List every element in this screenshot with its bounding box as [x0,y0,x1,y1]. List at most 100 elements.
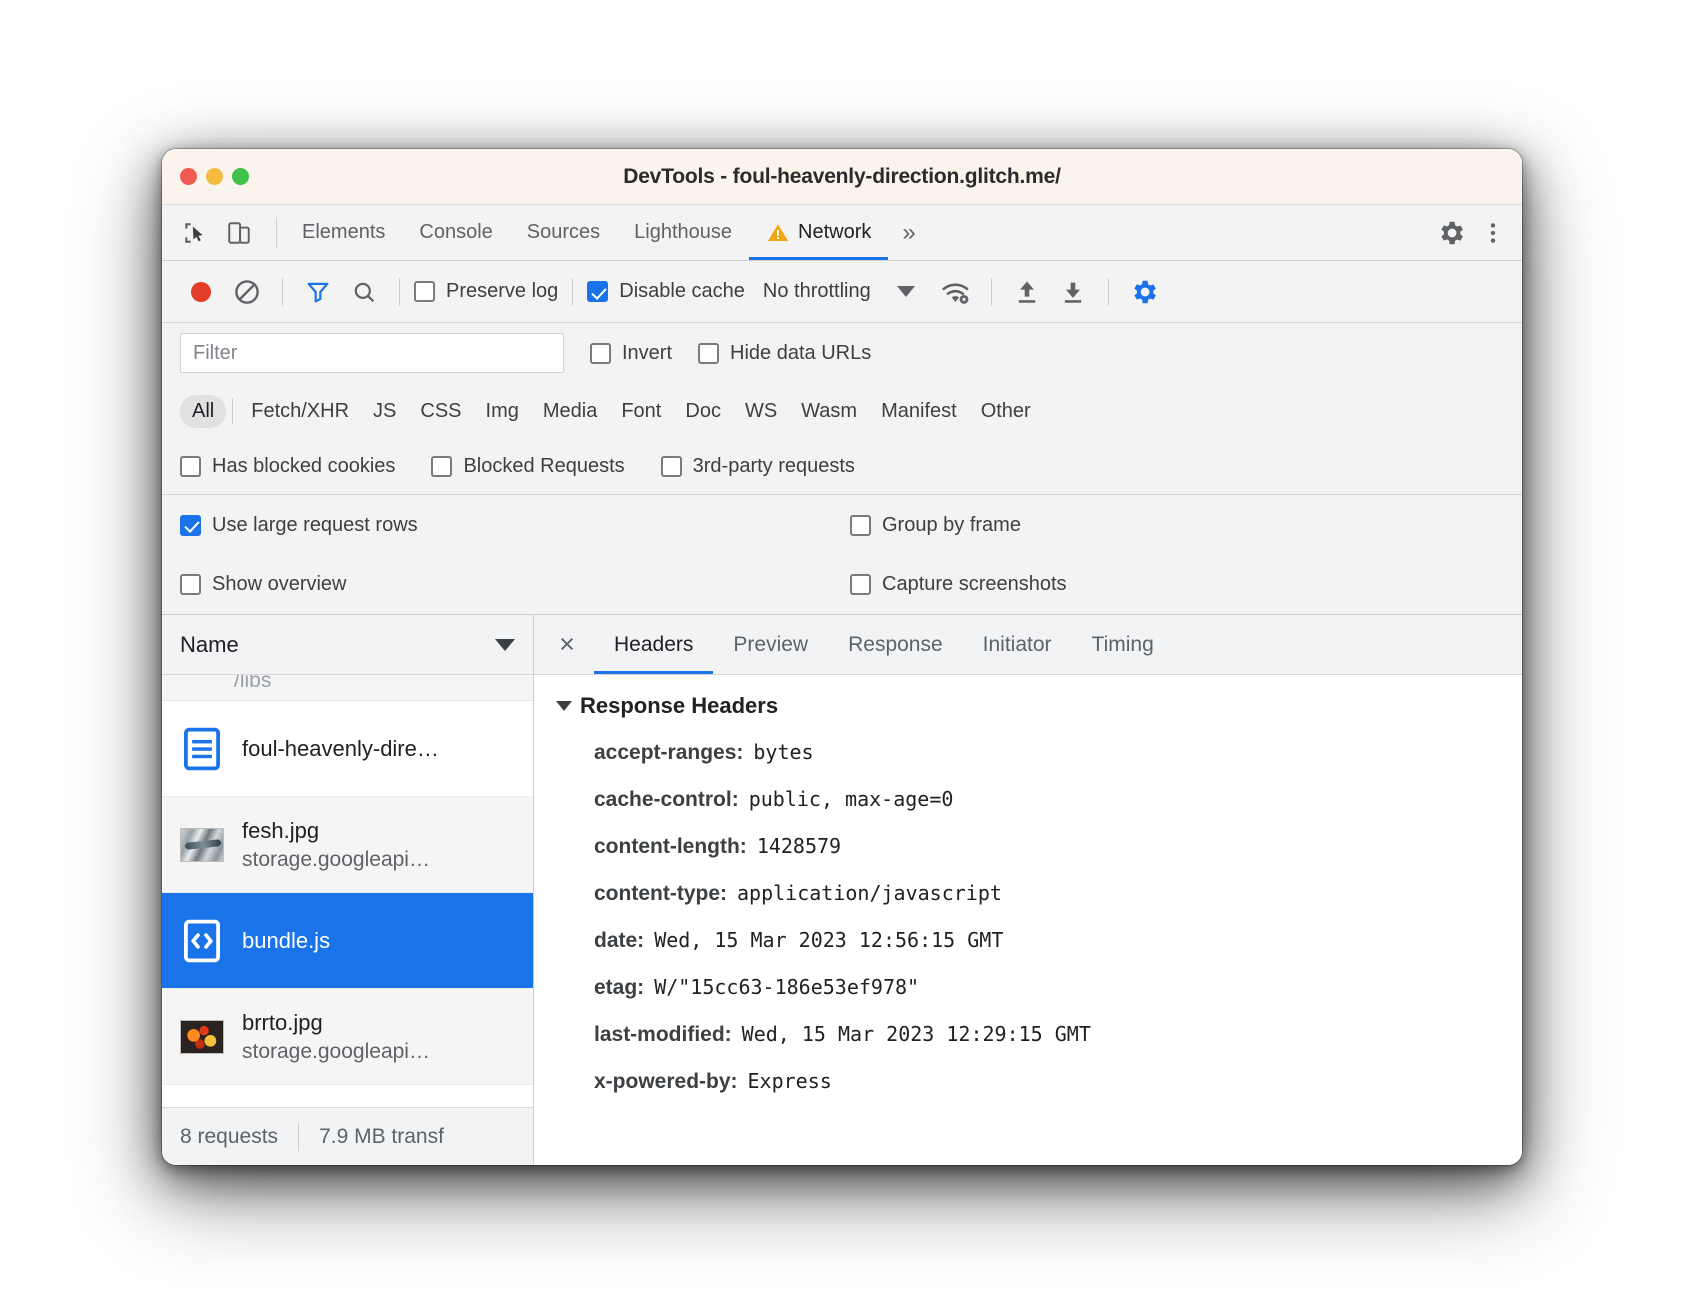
toolbar-divider-4 [990,277,992,306]
tab-preview[interactable]: Preview [713,615,828,674]
warning-triangle-icon [768,223,789,241]
search-button[interactable] [343,271,385,313]
hide-data-urls-box[interactable] [698,342,720,364]
type-filter-media[interactable]: Media [531,395,609,428]
tab-console-label: Console [419,221,493,243]
type-filter-wasm[interactable]: Wasm [789,395,869,428]
resource-type-filters: All Fetch/XHR JS CSS Img Media Font Doc … [162,383,1522,439]
devtools-settings-button[interactable] [1432,214,1470,252]
has-blocked-cookies-box[interactable] [180,456,201,477]
preserve-log-checkbox[interactable]: Preserve log [414,280,558,303]
type-filter-media-label: Media [542,399,598,422]
table-row[interactable]: bundle.js [162,893,533,989]
type-filter-all[interactable]: All [180,394,227,428]
type-filter-font[interactable]: Font [609,395,673,428]
header-name: cache-control: [594,788,739,811]
tab-headers[interactable]: Headers [594,615,714,674]
response-headers-section-toggle[interactable]: Response Headers [534,693,1522,729]
header-row: date: Wed, 15 Mar 2023 12:56:15 GMT [534,917,1522,964]
disable-cache-box[interactable] [587,281,609,302]
tab-console[interactable]: Console [402,205,509,260]
tab-sources[interactable]: Sources [510,205,617,260]
record-button[interactable] [180,271,222,313]
table-row[interactable]: foul-heavenly-dire… [162,701,533,797]
minimize-window-button[interactable] [206,168,223,185]
third-party-requests-box[interactable] [660,456,682,477]
group-by-frame-box[interactable] [850,514,871,536]
tab-lighthouse[interactable]: Lighthouse [617,205,749,260]
toolbar-divider-1 [282,277,283,306]
tab-timing[interactable]: Timing [1072,615,1174,674]
cursor-select-icon [185,222,203,243]
throttling-select[interactable]: No throttling [763,280,871,303]
status-divider [298,1122,300,1151]
close-window-button[interactable] [180,168,197,185]
tab-network[interactable]: Network [749,205,889,260]
third-party-requests-checkbox[interactable]: 3rd-party requests [660,455,855,478]
filter-input[interactable]: Filter [180,333,564,373]
chevron-down-icon[interactable] [896,286,915,297]
gear-icon [1441,221,1463,244]
triangle-expanded-icon[interactable] [556,701,572,711]
tab-network-label: Network [798,221,872,243]
devtools-more-options-button[interactable] [1474,214,1512,252]
request-list-header[interactable]: Name [162,615,533,675]
invert-checkbox[interactable]: Invert [590,342,672,365]
clear-button[interactable] [226,271,268,313]
window-controls[interactable] [162,168,249,185]
request-list-body[interactable]: /libs foul-heavenly-dire… fesh.jpg stora… [162,675,533,1107]
preserve-log-box[interactable] [414,281,435,302]
type-filter-doc[interactable]: Doc [673,395,733,428]
type-filter-manifest[interactable]: Manifest [869,395,969,428]
type-filter-fetch-xhr-label: Fetch/XHR [251,399,350,422]
disable-cache-label: Disable cache [619,280,745,302]
has-blocked-cookies-checkbox[interactable]: Has blocked cookies [180,455,395,478]
header-row: accept-ranges: bytes [534,729,1522,776]
type-filter-fetch-xhr[interactable]: Fetch/XHR [239,395,361,428]
table-row[interactable]: brrto.jpg storage.googleapi… [162,989,533,1085]
invert-box[interactable] [590,342,611,364]
tab-timing-label: Timing [1091,632,1154,656]
tab-elements[interactable]: Elements [285,205,402,260]
preserve-log-label: Preserve log [446,280,559,302]
export-har-button[interactable] [1052,271,1094,313]
network-main-area: Name /libs foul-heavenly-dire… fesh.jpg … [162,615,1522,1165]
inspect-element-button[interactable] [176,214,214,252]
device-toolbar-icon [228,221,250,244]
tab-response[interactable]: Response [828,615,963,674]
maximize-window-button[interactable] [232,168,249,185]
type-filter-js[interactable]: JS [361,395,408,428]
show-overview-box[interactable] [180,574,201,595]
network-settings-button[interactable] [1123,271,1165,313]
disable-cache-checkbox[interactable]: Disable cache [587,280,745,303]
blocked-filters-row: Has blocked cookies Blocked Requests 3rd… [162,439,1522,495]
type-filter-css[interactable]: CSS [408,395,473,428]
capture-screenshots-box[interactable] [850,574,871,595]
type-filter-img[interactable]: Img [474,395,531,428]
blocked-requests-checkbox[interactable]: Blocked Requests [431,455,625,478]
request-name: brrto.jpg [242,1009,323,1035]
request-list-panel: Name /libs foul-heavenly-dire… fesh.jpg … [162,615,534,1165]
request-domain: storage.googleapi… [242,1039,430,1063]
sort-descending-icon[interactable] [495,638,515,651]
toggle-device-toolbar-button[interactable] [220,214,258,252]
group-by-frame-checkbox[interactable]: Group by frame [850,514,1021,537]
type-filter-all-label: All [192,399,215,422]
type-filter-other[interactable]: Other [969,395,1043,428]
capture-screenshots-checkbox[interactable]: Capture screenshots [850,573,1067,596]
request-row-partial[interactable]: /libs [162,675,533,701]
show-overview-checkbox[interactable]: Show overview [180,573,347,596]
import-har-button[interactable] [1006,271,1048,313]
close-details-button[interactable]: × [540,615,594,674]
tab-overflow-button[interactable]: » [888,205,929,260]
filter-toggle-button[interactable] [297,271,339,313]
type-filter-ws[interactable]: WS [733,395,789,428]
table-row[interactable]: fesh.jpg storage.googleapi… [162,797,533,893]
use-large-request-rows-checkbox[interactable]: Use large request rows [180,514,418,537]
blocked-requests-box[interactable] [431,456,453,477]
hide-data-urls-checkbox[interactable]: Hide data URLs [698,342,871,365]
tab-initiator[interactable]: Initiator [963,615,1072,674]
devtools-window: DevTools - foul-heavenly-direction.glitc… [162,149,1522,1165]
network-conditions-button[interactable] [935,271,977,313]
use-large-request-rows-box[interactable] [180,514,201,536]
